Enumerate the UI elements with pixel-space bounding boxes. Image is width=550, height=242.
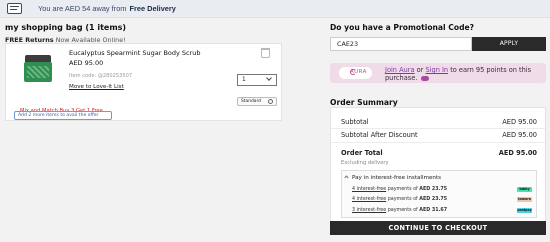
- installments-panel: Pay in interest-free installments 4 inte…: [341, 170, 537, 218]
- installment-mid: payments of: [387, 187, 418, 192]
- order-total-label: Order Total: [341, 149, 383, 157]
- aura-sign-in-link[interactable]: Sign In: [426, 66, 449, 74]
- quantity-value: 1: [242, 77, 246, 83]
- free-delivery-message: You are AED 54 away from Free Delivery: [38, 4, 176, 13]
- trash-icon[interactable]: [261, 48, 270, 58]
- info-icon: [268, 99, 273, 104]
- tamara-logo-badge: tamara: [517, 197, 532, 202]
- move-to-love-it-list-link[interactable]: Move to Love-It List: [69, 84, 124, 90]
- installments-heading: Pay in interest-free installments: [352, 175, 442, 181]
- subtotal-after-discount-row: Subtotal After Discount AED 95.00: [341, 131, 537, 139]
- installment-lead: 4 interest-free: [352, 187, 387, 192]
- postpay-logo-badge: postpay: [517, 208, 532, 213]
- join-aura-link[interactable]: Join Aura: [385, 66, 415, 74]
- installment-mid: payments of: [387, 208, 418, 213]
- promo-code-input[interactable]: [331, 38, 471, 50]
- subtotal-row: Subtotal AED 95.00: [341, 118, 537, 126]
- continue-to-checkout-button[interactable]: CONTINUE TO CHECKOUT: [330, 221, 546, 235]
- product-name[interactable]: Eucalyptus Spearmint Sugar Body Scrub: [69, 49, 201, 57]
- chevron-up-icon[interactable]: [344, 175, 349, 180]
- banner-text: You are AED 54 away from: [38, 4, 127, 13]
- aura-or: or: [416, 66, 424, 74]
- installment-amount: AED 23.75: [419, 197, 448, 202]
- aura-logo-text: AURA: [350, 69, 367, 75]
- apply-promo-button[interactable]: APPLY: [472, 37, 546, 51]
- excluding-delivery-note: Excluding delivery: [341, 160, 389, 166]
- chevron-down-icon: [266, 75, 272, 81]
- promo-code-heading: Do you have a Promotional Code?: [330, 23, 475, 32]
- delivery-option-label: Standard: [241, 99, 261, 104]
- add-more-items-button[interactable]: Add 2 more items to avail the offer: [14, 111, 112, 120]
- aura-logo: AURA: [339, 67, 372, 79]
- order-total-value: AED 95.00: [498, 149, 537, 157]
- divider: [331, 142, 545, 143]
- product-code: Item code: @280253507: [69, 73, 133, 79]
- installment-row-postpay[interactable]: 3 interest-free payments of AED 31.67 po…: [352, 208, 532, 213]
- aura-loyalty-banner: AURA Join Aura or Sign In to earn 95 poi…: [330, 63, 546, 83]
- subtotal-value: AED 95.00: [502, 118, 537, 126]
- installment-lead: 4 interest-free: [352, 197, 387, 202]
- jar-texture: [27, 66, 49, 78]
- installment-lead: 3 interest-free: [352, 208, 387, 213]
- free-delivery-banner: You are AED 54 away from Free Delivery: [0, 0, 550, 18]
- quantity-select[interactable]: 1: [237, 74, 277, 86]
- promo-code-field[interactable]: [330, 37, 472, 51]
- order-summary-heading: Order Summary: [330, 98, 398, 107]
- add-more-items-label: Add 2 more items to avail the offer: [18, 113, 99, 118]
- aura-info-icon[interactable]: [421, 75, 430, 81]
- installment-row-tamara[interactable]: 4 interest-free payments of AED 23.75 ta…: [352, 197, 532, 202]
- subtotal-after-discount-label: Subtotal After Discount: [341, 131, 418, 139]
- installment-mid: payments of: [387, 197, 418, 202]
- delivery-option-badge[interactable]: Standard: [237, 97, 277, 106]
- divider: [331, 128, 545, 129]
- bag-item-card: Eucalyptus Spearmint Sugar Body Scrub AE…: [5, 43, 282, 121]
- product-image[interactable]: [21, 54, 55, 84]
- jar-lid: [25, 55, 51, 62]
- bag-title: my shopping bag (1 items): [5, 23, 127, 32]
- order-total-row: Order Total AED 95.00: [341, 149, 537, 157]
- installment-amount: AED 23.75: [419, 187, 448, 192]
- delivery-truck-icon: [7, 3, 22, 14]
- subtotal-label: Subtotal: [341, 118, 369, 126]
- order-summary-panel: Subtotal AED 95.00 Subtotal After Discou…: [330, 107, 546, 231]
- installment-row-tabby[interactable]: 4 interest-free payments of AED 23.75 ta…: [352, 187, 532, 192]
- installment-amount: AED 31.67: [419, 208, 448, 213]
- subtotal-after-discount-value: AED 95.00: [502, 131, 537, 139]
- banner-strong: Free Delivery: [129, 4, 176, 13]
- product-price: AED 95.00: [69, 59, 104, 67]
- tabby-logo-badge: tabby: [517, 187, 532, 192]
- aura-message: Join Aura or Sign In to earn 95 points o…: [385, 66, 545, 82]
